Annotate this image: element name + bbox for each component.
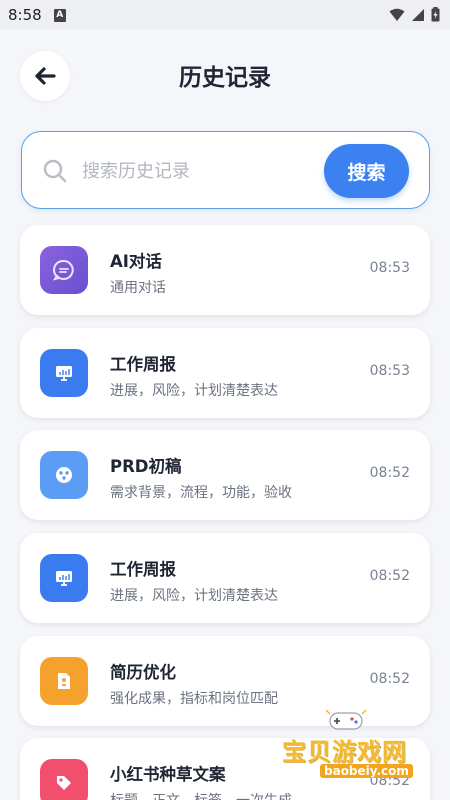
search-button[interactable]: 搜索 bbox=[324, 144, 409, 198]
history-item-time: 08:52 bbox=[369, 671, 410, 687]
history-item-time: 08:53 bbox=[369, 363, 410, 379]
status-bar: 8:58 A bbox=[0, 0, 450, 30]
history-item-subtitle: 通用对话 bbox=[110, 280, 166, 296]
history-item-time: 08:52 bbox=[369, 773, 410, 789]
header: 历史记录 bbox=[0, 30, 450, 120]
monitor-icon bbox=[40, 554, 88, 602]
status-time: 8:58 bbox=[8, 6, 42, 24]
history-item-subtitle: 进展，风险，计划清楚表达 bbox=[110, 383, 278, 399]
history-item[interactable]: AI对话 通用对话 08:53 bbox=[20, 225, 430, 315]
tag-icon bbox=[40, 759, 88, 800]
history-item-subtitle: 强化成果，指标和岗位匹配 bbox=[110, 691, 278, 707]
document-icon bbox=[40, 657, 88, 705]
history-item-title: 工作周报 bbox=[110, 355, 176, 374]
wifi-icon bbox=[389, 8, 405, 21]
history-item-time: 08:52 bbox=[369, 465, 410, 481]
search-box: 搜索 bbox=[21, 131, 430, 209]
status-indicators bbox=[389, 7, 440, 22]
palette-icon bbox=[40, 451, 88, 499]
history-item-title: AI对话 bbox=[110, 252, 162, 271]
history-item-time: 08:52 bbox=[369, 568, 410, 584]
page-title: 历史记录 bbox=[179, 65, 271, 91]
history-item-title: 小红书种草文案 bbox=[110, 765, 226, 784]
history-item-subtitle: 标题，正文，标签，一次生成 bbox=[110, 790, 292, 800]
history-item-time: 08:53 bbox=[369, 260, 410, 276]
history-item-title: 简历优化 bbox=[110, 663, 176, 682]
history-item[interactable]: 工作周报 进展，风险，计划清楚表达 08:52 bbox=[20, 533, 430, 623]
history-item-title: PRD初稿 bbox=[110, 457, 182, 476]
history-item-subtitle: 进展，风险，计划清楚表达 bbox=[110, 588, 278, 604]
history-item[interactable]: 工作周报 进展，风险，计划清楚表达 08:53 bbox=[20, 328, 430, 418]
signal-icon bbox=[412, 8, 424, 21]
history-item-title: 工作周报 bbox=[110, 560, 176, 579]
history-item-subtitle: 需求背景，流程，功能，验收 bbox=[110, 485, 292, 501]
history-item[interactable]: 简历优化 强化成果，指标和岗位匹配 08:52 bbox=[20, 636, 430, 726]
battery-icon bbox=[431, 7, 440, 22]
monitor-icon bbox=[40, 349, 88, 397]
history-item[interactable]: PRD初稿 需求背景，流程，功能，验收 08:52 bbox=[20, 430, 430, 520]
history-item[interactable]: 小红书种草文案 标题，正文，标签，一次生成 08:52 bbox=[20, 738, 430, 800]
chat-bubble-icon bbox=[40, 246, 88, 294]
history-list[interactable]: AI对话 通用对话 08:53 工作周报 进展，风险，计划清楚表达 08:53 bbox=[0, 222, 450, 800]
search-input[interactable] bbox=[82, 154, 312, 188]
notification-badge-icon: A bbox=[53, 8, 66, 22]
search-icon bbox=[43, 159, 67, 183]
